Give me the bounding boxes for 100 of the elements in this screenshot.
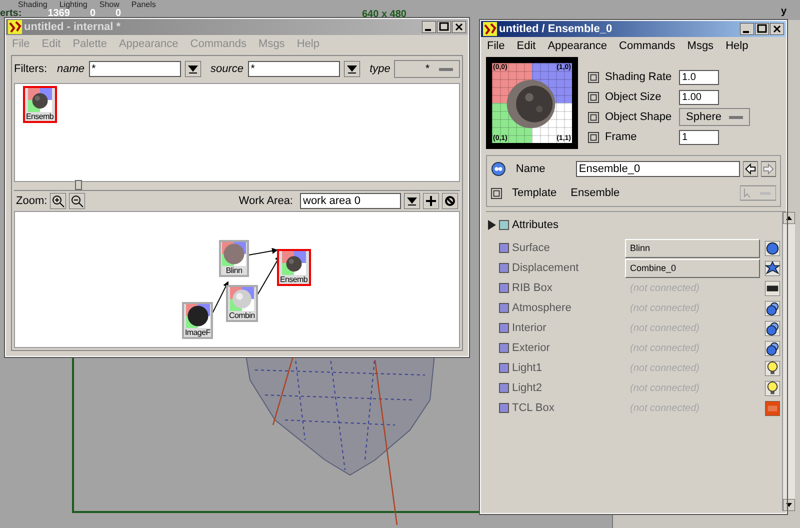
attribute-label: TCL Box: [512, 402, 556, 414]
axis-label: y: [781, 6, 787, 17]
template-value: Ensemble: [570, 187, 620, 199]
info-icon[interactable]: [588, 132, 599, 142]
left-arrow-icon[interactable]: [743, 161, 758, 177]
maximize-icon[interactable]: [437, 21, 451, 33]
attribute-label: Interior: [512, 322, 548, 334]
parameter-field[interactable]: 1: [679, 130, 719, 144]
minimize-icon[interactable]: [422, 21, 436, 33]
menu-item[interactable]: Shading: [18, 0, 48, 9]
attribute-square-icon: [499, 263, 509, 273]
menu-item[interactable]: Lighting: [59, 0, 88, 9]
window-title: untitled - internal *: [24, 21, 122, 33]
template-label: Template: [512, 187, 557, 199]
connection-button[interactable]: Combine_0: [625, 258, 760, 278]
connection-button[interactable]: Blinn: [625, 238, 760, 258]
menu-item[interactable]: Appearance: [548, 40, 608, 52]
scrollbar[interactable]: [782, 212, 795, 511]
rib-icon[interactable]: [765, 280, 780, 296]
category-square-icon: [499, 220, 509, 230]
swatch-icon: [28, 88, 52, 112]
app-icon: [483, 22, 497, 36]
close-icon[interactable]: [452, 21, 466, 33]
zoom-out-icon[interactable]: [69, 193, 86, 209]
menu-item[interactable]: Edit: [516, 40, 536, 52]
menu-item[interactable]: Help: [726, 40, 748, 52]
attribute-label: Surface: [512, 242, 551, 254]
plus-icon[interactable]: [423, 193, 439, 209]
starburst-icon[interactable]: [765, 260, 780, 276]
type-dropdown[interactable]: *: [394, 60, 460, 78]
menu-item[interactable]: Panels: [131, 0, 156, 9]
parameter-label: Object Size: [605, 91, 662, 103]
window-title: untitled / Ensemble_0: [499, 23, 614, 35]
swatch-icon: [222, 242, 246, 266]
parameter-label: Shading Rate: [605, 71, 673, 83]
dropdown-arrow-icon[interactable]: [184, 61, 201, 77]
scroll-down-icon[interactable]: [783, 499, 795, 511]
light-bulb-icon[interactable]: [765, 380, 780, 396]
minimize-icon[interactable]: [740, 23, 754, 35]
no-entry-icon[interactable]: [442, 193, 458, 209]
menu-item[interactable]: Show: [99, 0, 120, 9]
attribute-label: Atmosphere: [512, 302, 572, 314]
attribute-square-icon: [499, 243, 509, 253]
stats-value: 1369: [48, 8, 70, 19]
name-filter-field[interactable]: *: [88, 61, 181, 77]
splitter-handle[interactable]: [75, 180, 82, 190]
shader-node[interactable]: Combin: [226, 285, 258, 322]
swatch-icon: [230, 287, 254, 311]
spheres-icon[interactable]: [765, 340, 780, 356]
parameter-field[interactable]: 1.0: [679, 70, 719, 84]
shader-node[interactable]: Ensemb: [277, 249, 311, 286]
name-field[interactable]: Ensemble_0: [576, 161, 740, 177]
globe-icon: [491, 161, 506, 177]
attribute-label: RIB Box: [512, 282, 554, 294]
stats-label: erts:: [0, 8, 22, 19]
stats-value: 0: [116, 8, 122, 19]
spheres-icon[interactable]: [765, 300, 780, 316]
info-icon[interactable]: [588, 92, 599, 102]
attribute-square-icon: [499, 323, 509, 333]
right-arrow-icon[interactable]: [761, 161, 776, 177]
attributes-label: Attributes: [512, 219, 558, 231]
resolution-label: 640 x 480: [362, 9, 406, 20]
maximize-icon[interactable]: [755, 23, 769, 35]
zoom-label: Zoom:: [16, 195, 48, 207]
expand-triangle-icon[interactable]: [488, 220, 496, 230]
attribute-label: Displacement: [512, 262, 580, 274]
attribute-square-icon: [499, 283, 509, 293]
menu-item[interactable]: Commands: [619, 40, 676, 52]
zoom-in-icon[interactable]: [50, 193, 66, 209]
menu-item[interactable]: File: [487, 40, 505, 52]
parameter-label: Frame: [605, 131, 638, 143]
shader-node[interactable]: Blinn: [219, 240, 249, 277]
spheres-icon[interactable]: [765, 320, 780, 336]
dropdown-arrow-icon[interactable]: [404, 193, 420, 209]
info-icon[interactable]: [588, 72, 599, 82]
dropdown-arrow-icon[interactable]: [344, 61, 360, 77]
filters-label: Filters:: [14, 63, 47, 75]
work-area-field[interactable]: work area 0: [300, 193, 401, 209]
rock-sphere-drawing: [506, 79, 556, 129]
attribute-label: Exterior: [512, 342, 551, 354]
app-icon: [8, 20, 22, 34]
shader-node[interactable]: Ensemb: [23, 86, 57, 123]
info-icon[interactable]: [491, 188, 502, 198]
info-icon[interactable]: [588, 112, 599, 122]
scroll-up-icon[interactable]: [783, 212, 795, 224]
sphere-icon[interactable]: [765, 240, 780, 256]
swatch-icon: [282, 251, 306, 275]
type-label: type: [370, 63, 390, 75]
parameter-dropdown[interactable]: Sphere: [679, 108, 750, 126]
menu-item[interactable]: Msgs: [687, 40, 714, 52]
shader-node[interactable]: ImageF: [182, 302, 214, 339]
tcl-icon[interactable]: [765, 400, 780, 416]
swatch-icon: [186, 304, 210, 328]
attribute-square-icon: [499, 383, 509, 393]
stats-value: 0: [90, 8, 96, 19]
close-icon[interactable]: [770, 23, 784, 35]
source-filter-field[interactable]: *: [248, 61, 340, 77]
parameter-field[interactable]: 1.00: [679, 90, 719, 104]
light-bulb-icon[interactable]: [765, 360, 780, 376]
attribute-square-icon: [499, 403, 509, 413]
